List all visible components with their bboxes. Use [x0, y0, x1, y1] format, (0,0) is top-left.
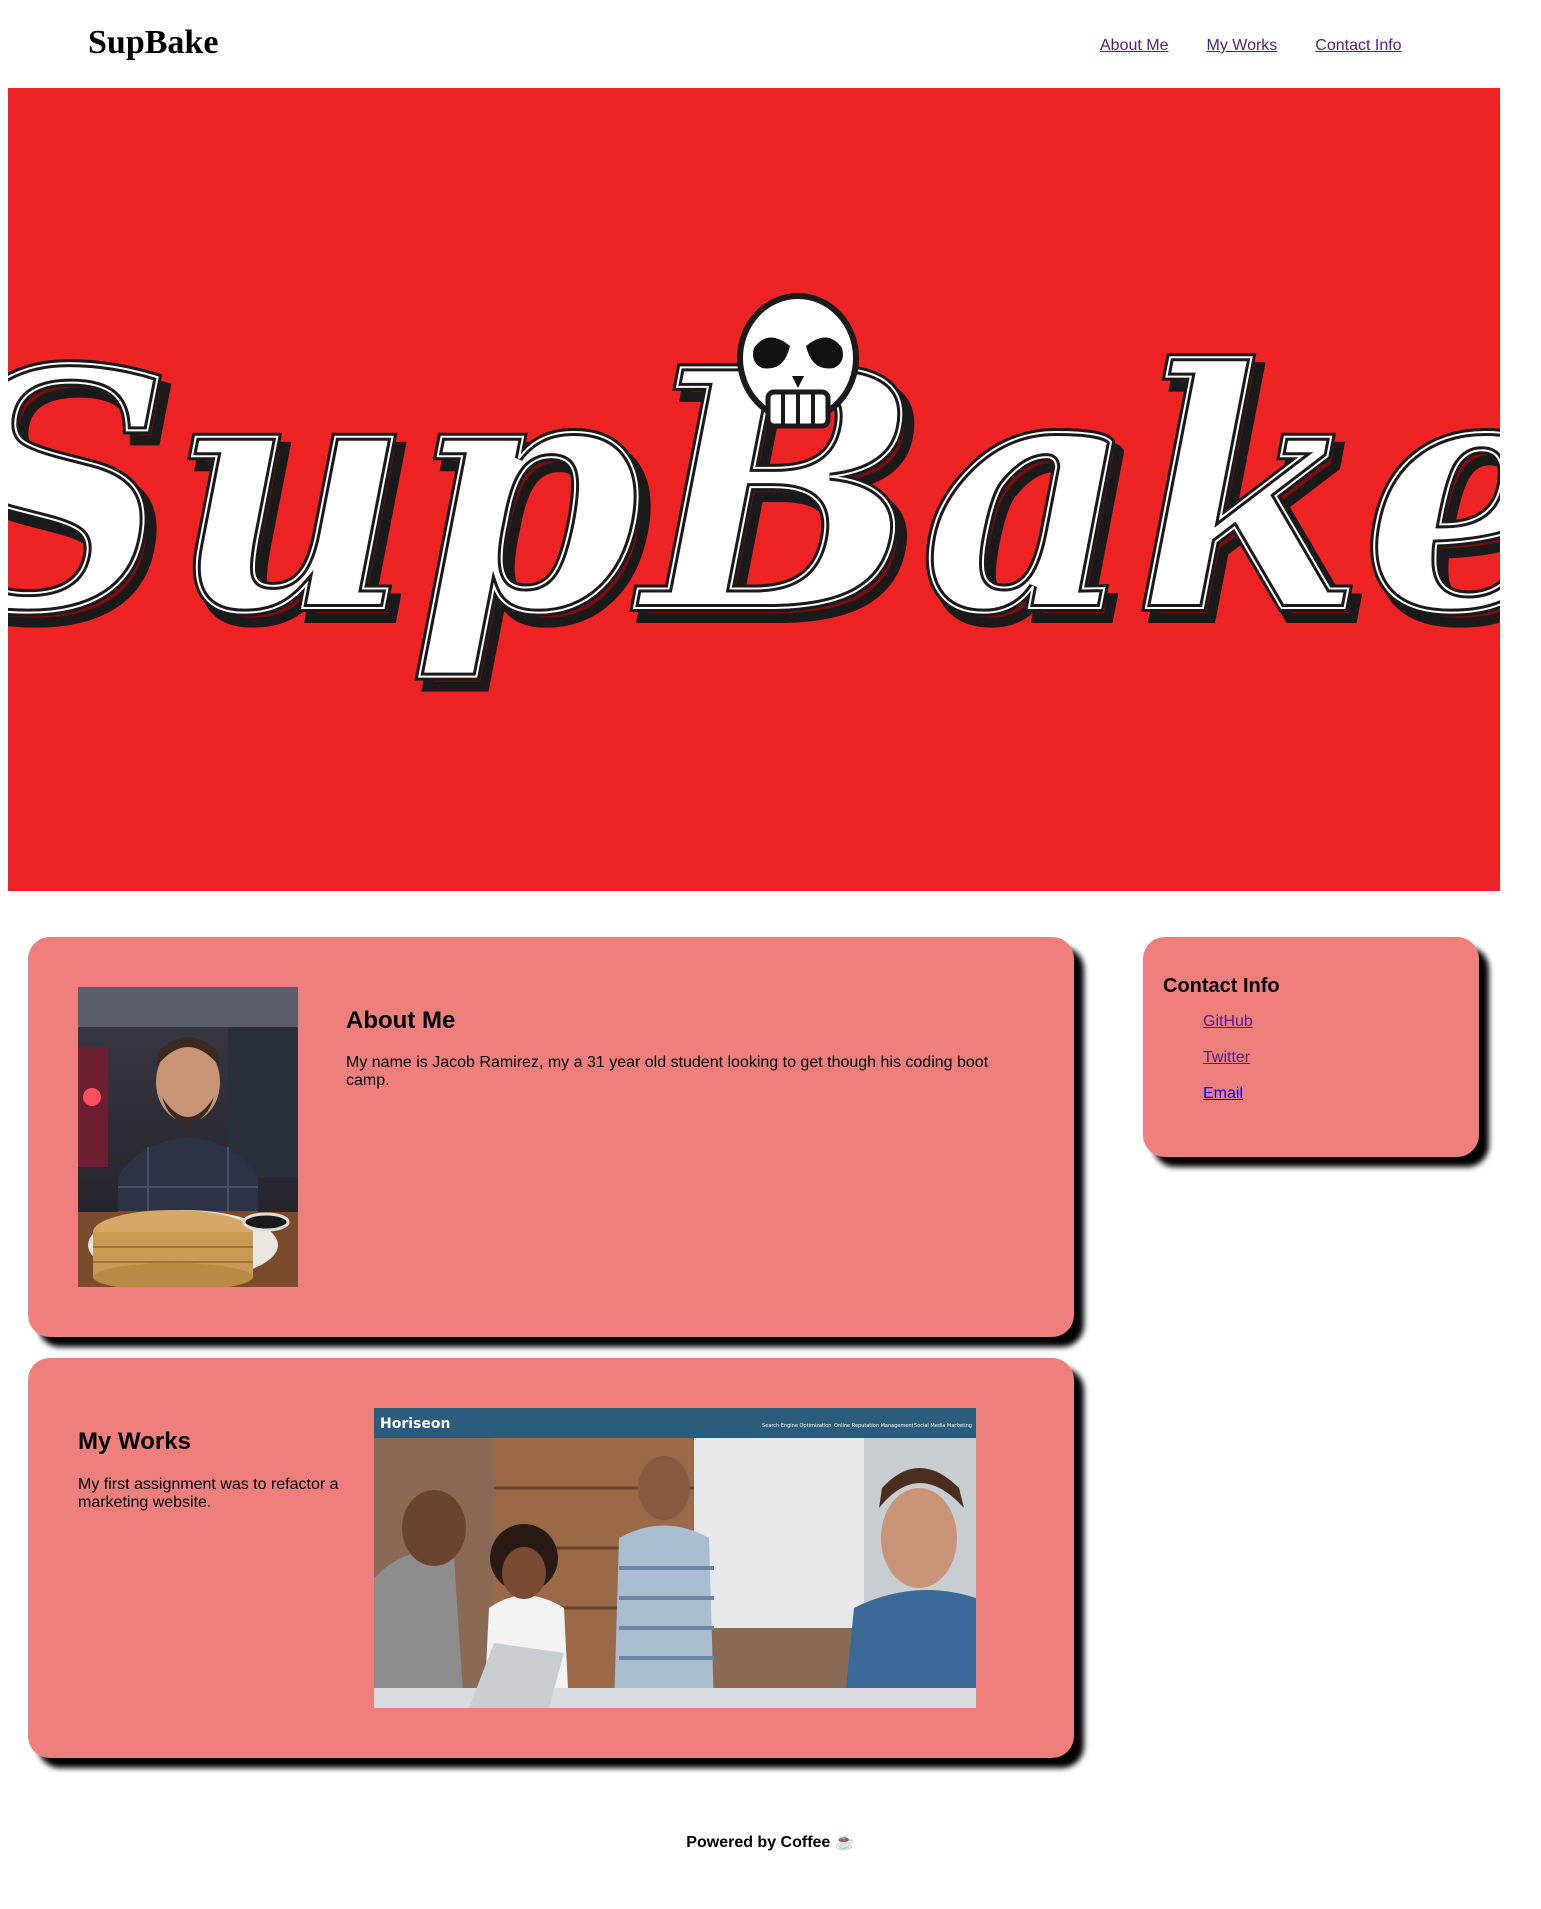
my-works-title: My Works: [78, 1428, 191, 1455]
twitter-link[interactable]: Twitter: [1203, 1049, 1250, 1066]
github-link[interactable]: GitHub: [1203, 1013, 1253, 1030]
about-me-card: About Me My name is Jacob Ramirez, my a …: [28, 937, 1074, 1337]
contact-item-email: Email: [1203, 1085, 1253, 1121]
horiseon-nav-smm: Social Media Marketing: [914, 1423, 972, 1429]
contact-links-list: GitHub Twitter Email: [1203, 1013, 1253, 1121]
my-works-card: My Works My first assignment was to refa…: [28, 1358, 1074, 1758]
nav-link-contact-info[interactable]: Contact Info: [1315, 37, 1401, 55]
contact-item-github: GitHub: [1203, 1013, 1253, 1049]
horiseon-brand: Horiseon: [380, 1416, 450, 1432]
main-nav: About Me My Works Contact Info: [1100, 37, 1402, 55]
nav-link-about-me[interactable]: About Me: [1100, 37, 1168, 55]
my-works-text: My first assignment was to refactor a ma…: [78, 1476, 339, 1511]
contact-info-card: Contact Info GitHub Twitter Email: [1143, 937, 1479, 1157]
site-header: SupBake About Me My Works Contact Info: [0, 0, 1541, 88]
supbake-logo: SupBake SupBake SupBake: [8, 88, 1500, 891]
about-me-text: My name is Jacob Ramirez, my a 31 year o…: [346, 1054, 989, 1089]
site-brand[interactable]: SupBake: [88, 24, 218, 62]
horiseon-nav-orm: Online Reputation Management: [834, 1423, 914, 1429]
profile-photo: [78, 987, 298, 1287]
about-me-title: About Me: [346, 1007, 456, 1034]
contact-info-title: Contact Info: [1163, 975, 1280, 997]
nav-link-my-works[interactable]: My Works: [1206, 37, 1277, 55]
footer-text: Powered by Coffee ☕: [686, 1834, 855, 1851]
email-link[interactable]: Email: [1203, 1085, 1243, 1102]
skull-icon: [737, 293, 859, 429]
horiseon-nav-seo: Search Engine Optimization: [762, 1423, 831, 1429]
site-footer: Powered by Coffee ☕: [0, 1832, 1541, 1852]
hero-banner: SupBake SupBake SupBake: [8, 88, 1500, 891]
project-screenshot[interactable]: Horiseon Search Engine Optimization Onli…: [374, 1408, 976, 1708]
contact-item-twitter: Twitter: [1203, 1049, 1253, 1085]
